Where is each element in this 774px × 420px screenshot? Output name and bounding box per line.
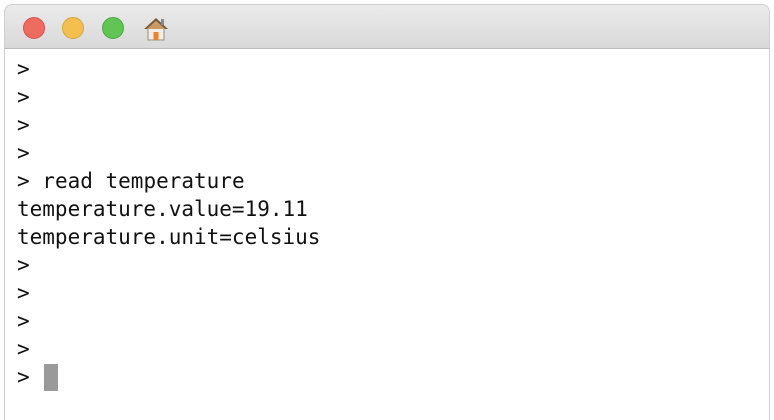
output-line: > read temperature — [17, 167, 769, 195]
prompt-symbol: > — [17, 169, 30, 193]
home-icon[interactable] — [142, 15, 170, 43]
output-line: > — [17, 279, 769, 307]
terminal-output[interactable]: > > > > > read temperature temperature.v… — [4, 49, 770, 420]
prompt-symbol: > — [17, 281, 30, 305]
output-line: > — [17, 83, 769, 111]
input-line[interactable]: > — [17, 363, 769, 391]
output-line: > — [17, 307, 769, 335]
terminal-window: > > > > > read temperature temperature.v… — [0, 0, 774, 420]
output-line: temperature.unit=celsius — [17, 223, 769, 251]
prompt-symbol: > — [17, 85, 30, 109]
prompt-symbol: > — [17, 253, 30, 277]
result-text: temperature.unit=celsius — [17, 225, 321, 249]
output-line: > — [17, 251, 769, 279]
prompt-symbol: > — [17, 365, 30, 389]
zoom-button[interactable] — [102, 17, 124, 39]
text-cursor — [43, 364, 58, 391]
output-line: > — [17, 139, 769, 167]
output-line: temperature.value=19.11 — [17, 195, 769, 223]
output-line: > — [17, 335, 769, 363]
command-text: read temperature — [29, 169, 245, 193]
prompt-symbol: > — [17, 141, 30, 165]
prompt-symbol: > — [17, 309, 30, 333]
output-line: > — [17, 111, 769, 139]
prompt-symbol: > — [17, 113, 30, 137]
minimize-button[interactable] — [62, 17, 84, 39]
prompt-symbol: > — [17, 337, 30, 361]
prompt-symbol: > — [17, 57, 30, 81]
title-bar[interactable] — [4, 4, 770, 49]
close-button[interactable] — [23, 17, 45, 39]
output-line: > — [17, 55, 769, 83]
result-text: temperature.value=19.11 — [17, 197, 308, 221]
